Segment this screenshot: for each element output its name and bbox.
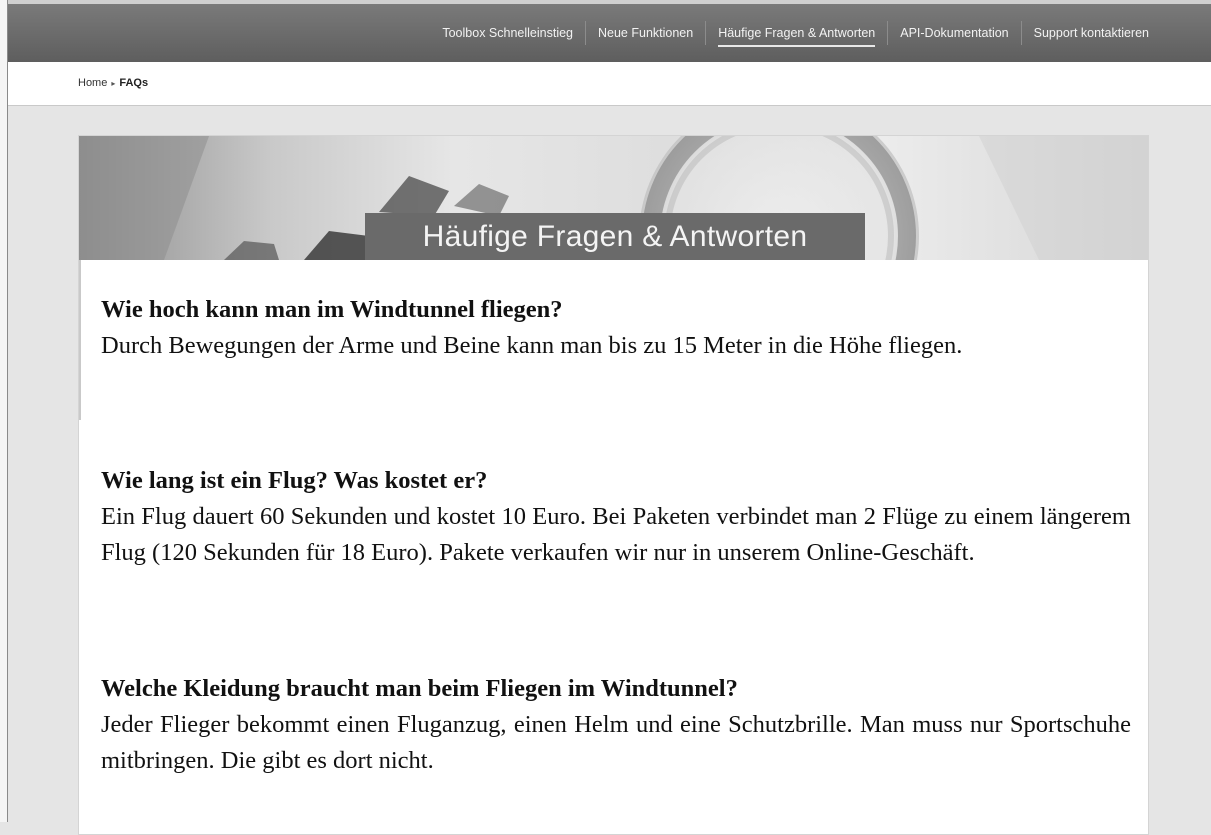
- breadcrumb-home[interactable]: Home: [78, 77, 107, 89]
- nav-faq[interactable]: Häufige Fragen & Antworten: [706, 21, 887, 47]
- breadcrumb: Home ▸ FAQs: [78, 77, 148, 89]
- window-frame: [0, 0, 8, 822]
- top-navigation-bar: Toolbox Schnelleinstieg Neue Funktionen …: [8, 0, 1211, 62]
- faq-card: Häufige Fragen & Antworten Wie hoch kann…: [78, 135, 1149, 835]
- main-nav: Toolbox Schnelleinstieg Neue Funktionen …: [430, 21, 1161, 47]
- nav-contact-support[interactable]: Support kontaktieren: [1022, 21, 1161, 45]
- faq-question: Welche Kleidung braucht man beim Fliegen…: [101, 675, 738, 702]
- faq-answer: Durch Bewegungen der Arme und Beine kann…: [101, 332, 963, 359]
- banner-title: Häufige Fragen & Antworten: [365, 213, 865, 260]
- nav-toolbox-quickstart[interactable]: Toolbox Schnelleinstieg: [430, 21, 585, 45]
- faq-answer: Ein Flug dauert 60 Sekunden und kostet 1…: [101, 503, 1131, 566]
- faq-question: Wie hoch kann man im Windtunnel fliegen?: [101, 296, 563, 323]
- content-left-rule: [79, 260, 81, 420]
- faq-item: Wie hoch kann man im Windtunnel fliegen?…: [101, 292, 1131, 364]
- faq-item: Wie lang ist ein Flug? Was kostet er? Ei…: [101, 463, 1131, 571]
- breadcrumb-current: FAQs: [119, 77, 149, 89]
- faq-banner: Häufige Fragen & Antworten: [79, 136, 1148, 260]
- faq-item: Welche Kleidung braucht man beim Fliegen…: [101, 671, 1131, 779]
- faq-answer: Jeder Flieger bekommt einen Fluganzug, e…: [101, 711, 1131, 774]
- nav-new-features[interactable]: Neue Funktionen: [586, 21, 705, 45]
- faq-question: Wie lang ist ein Flug? Was kostet er?: [101, 467, 488, 494]
- breadcrumb-bar: Home ▸ FAQs: [8, 62, 1211, 106]
- nav-api-docs[interactable]: API-Dokumentation: [888, 21, 1020, 45]
- breadcrumb-separator-icon: ▸: [111, 78, 116, 88]
